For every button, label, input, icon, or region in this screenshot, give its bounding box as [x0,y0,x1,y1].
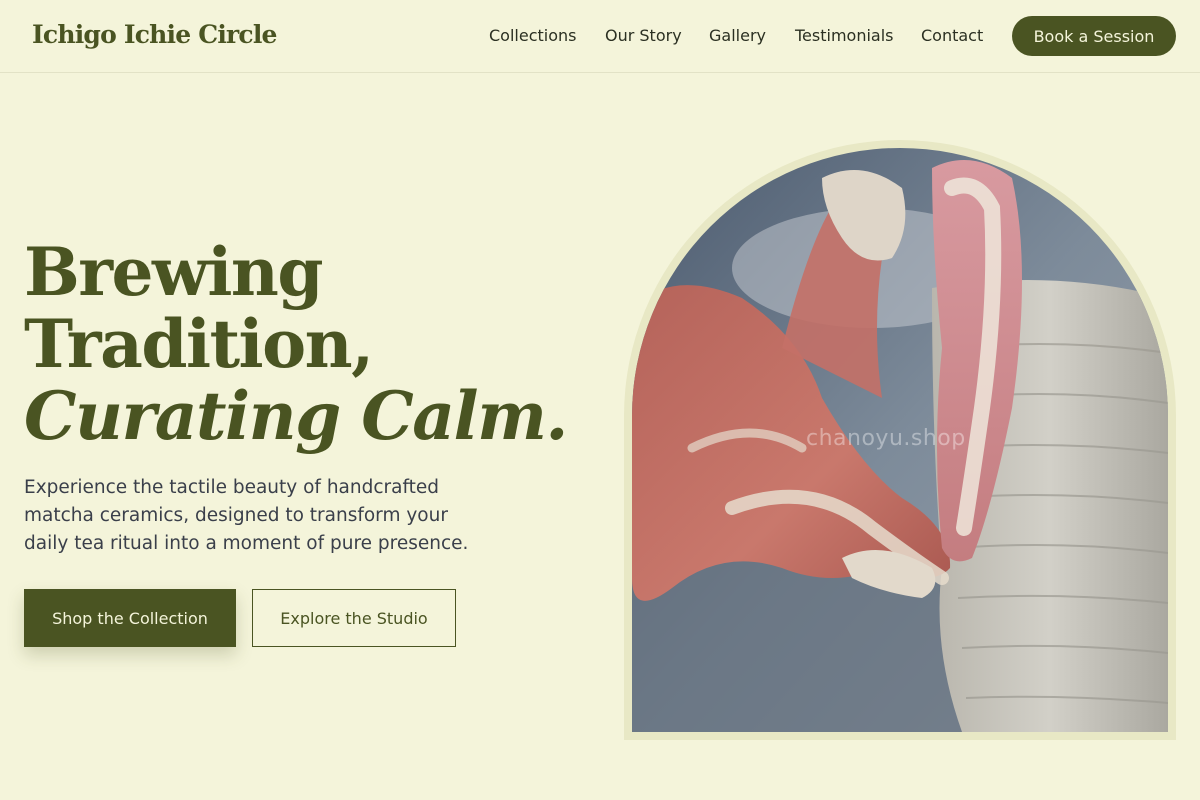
image-watermark: chanoyu.shop [806,426,966,451]
explore-studio-button[interactable]: Explore the Studio [252,589,456,647]
headline-line-1: Brewing [24,233,324,311]
nav-link-gallery[interactable]: Gallery [709,26,766,45]
hero-headline: Brewing Tradition, Curating Calm. [24,233,568,455]
shop-collection-button[interactable]: Shop the Collection [24,589,236,647]
nav-link-our-story[interactable]: Our Story [605,26,682,45]
nav-link-testimonials[interactable]: Testimonials [795,26,894,45]
hero-subtitle: Experience the tactile beauty of handcra… [24,477,469,554]
nav-link-contact[interactable]: Contact [921,26,983,45]
headline-line-2: Tradition, [24,305,374,383]
site-header: Ichigo Ichie Circle Collections Our Stor… [0,0,1200,73]
book-session-button[interactable]: Book a Session [1012,16,1176,56]
nav-link-collections[interactable]: Collections [489,26,576,45]
headline-line-3: Curating Calm. [24,377,568,455]
